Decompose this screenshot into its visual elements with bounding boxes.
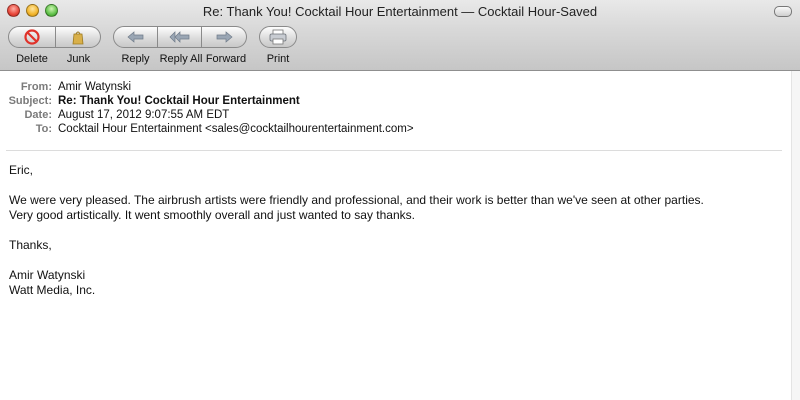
no-entry-icon	[24, 29, 40, 45]
forward-arrow-icon	[216, 31, 233, 43]
from-key: From:	[20, 81, 52, 93]
subject-key: Subject:	[8, 95, 52, 107]
scrollbar-track[interactable]	[791, 71, 800, 400]
reply-arrow-icon	[126, 31, 143, 43]
to-value[interactable]: Cocktail Hour Entertainment <sales@cockt…	[58, 123, 414, 135]
date-value: August 17, 2012 9:07:55 AM EDT	[58, 109, 230, 121]
window-title: Re: Thank You! Cocktail Hour Entertainme…	[202, 4, 598, 19]
message-body: Eric, We were very pleased. The airbrush…	[9, 163, 789, 298]
print-label: Print	[266, 53, 290, 65]
greeting: Eric,	[9, 163, 33, 177]
reply-all-label: Reply All	[159, 53, 203, 65]
signature-company: Watt Media, Inc.	[9, 283, 96, 297]
header-divider	[6, 150, 782, 151]
window-toolbar: Re: Thank You! Cocktail Hour Entertainme…	[0, 0, 800, 71]
mail-message-window: Re: Thank You! Cocktail Hour Entertainme…	[0, 0, 800, 400]
forward-label: Forward	[205, 53, 247, 65]
delete-label: Delete	[16, 53, 48, 65]
reply-label: Reply	[121, 53, 150, 65]
to-key: To:	[35, 123, 52, 135]
reply-all-arrow-icon	[169, 31, 189, 43]
from-value[interactable]: Amir Watynski	[58, 81, 131, 93]
junk-button[interactable]	[56, 26, 101, 48]
body-line-1: We were very pleased. The airbrush artis…	[9, 193, 704, 207]
closing: Thanks,	[9, 238, 52, 252]
forward-button[interactable]	[202, 26, 247, 48]
date-key: Date:	[24, 109, 52, 121]
printer-icon	[269, 29, 287, 45]
subject-value: Re: Thank You! Cocktail Hour Entertainme…	[58, 95, 300, 107]
junk-bag-icon	[72, 31, 84, 45]
toolbar-toggle-button[interactable]	[774, 6, 792, 17]
reply-button[interactable]	[113, 26, 158, 48]
body-line-2: Very good artistically. It went smoothly…	[9, 208, 415, 222]
delete-button[interactable]	[8, 26, 56, 48]
junk-label: Junk	[66, 53, 91, 65]
reply-all-button[interactable]	[158, 26, 202, 48]
signature-name: Amir Watynski	[9, 268, 86, 282]
print-button[interactable]	[259, 26, 297, 48]
